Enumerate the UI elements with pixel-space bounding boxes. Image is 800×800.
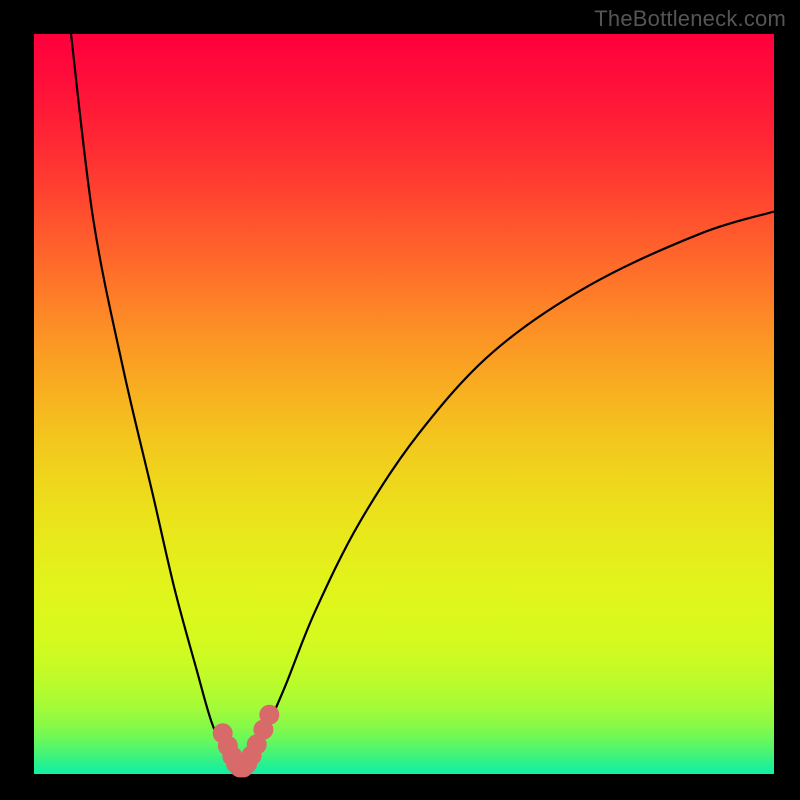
watermark-text: TheBottleneck.com [594, 6, 786, 32]
bottleneck-chart [0, 0, 800, 800]
plot-background [34, 34, 774, 774]
optimal-marker [259, 705, 279, 725]
chart-frame: TheBottleneck.com [0, 0, 800, 800]
